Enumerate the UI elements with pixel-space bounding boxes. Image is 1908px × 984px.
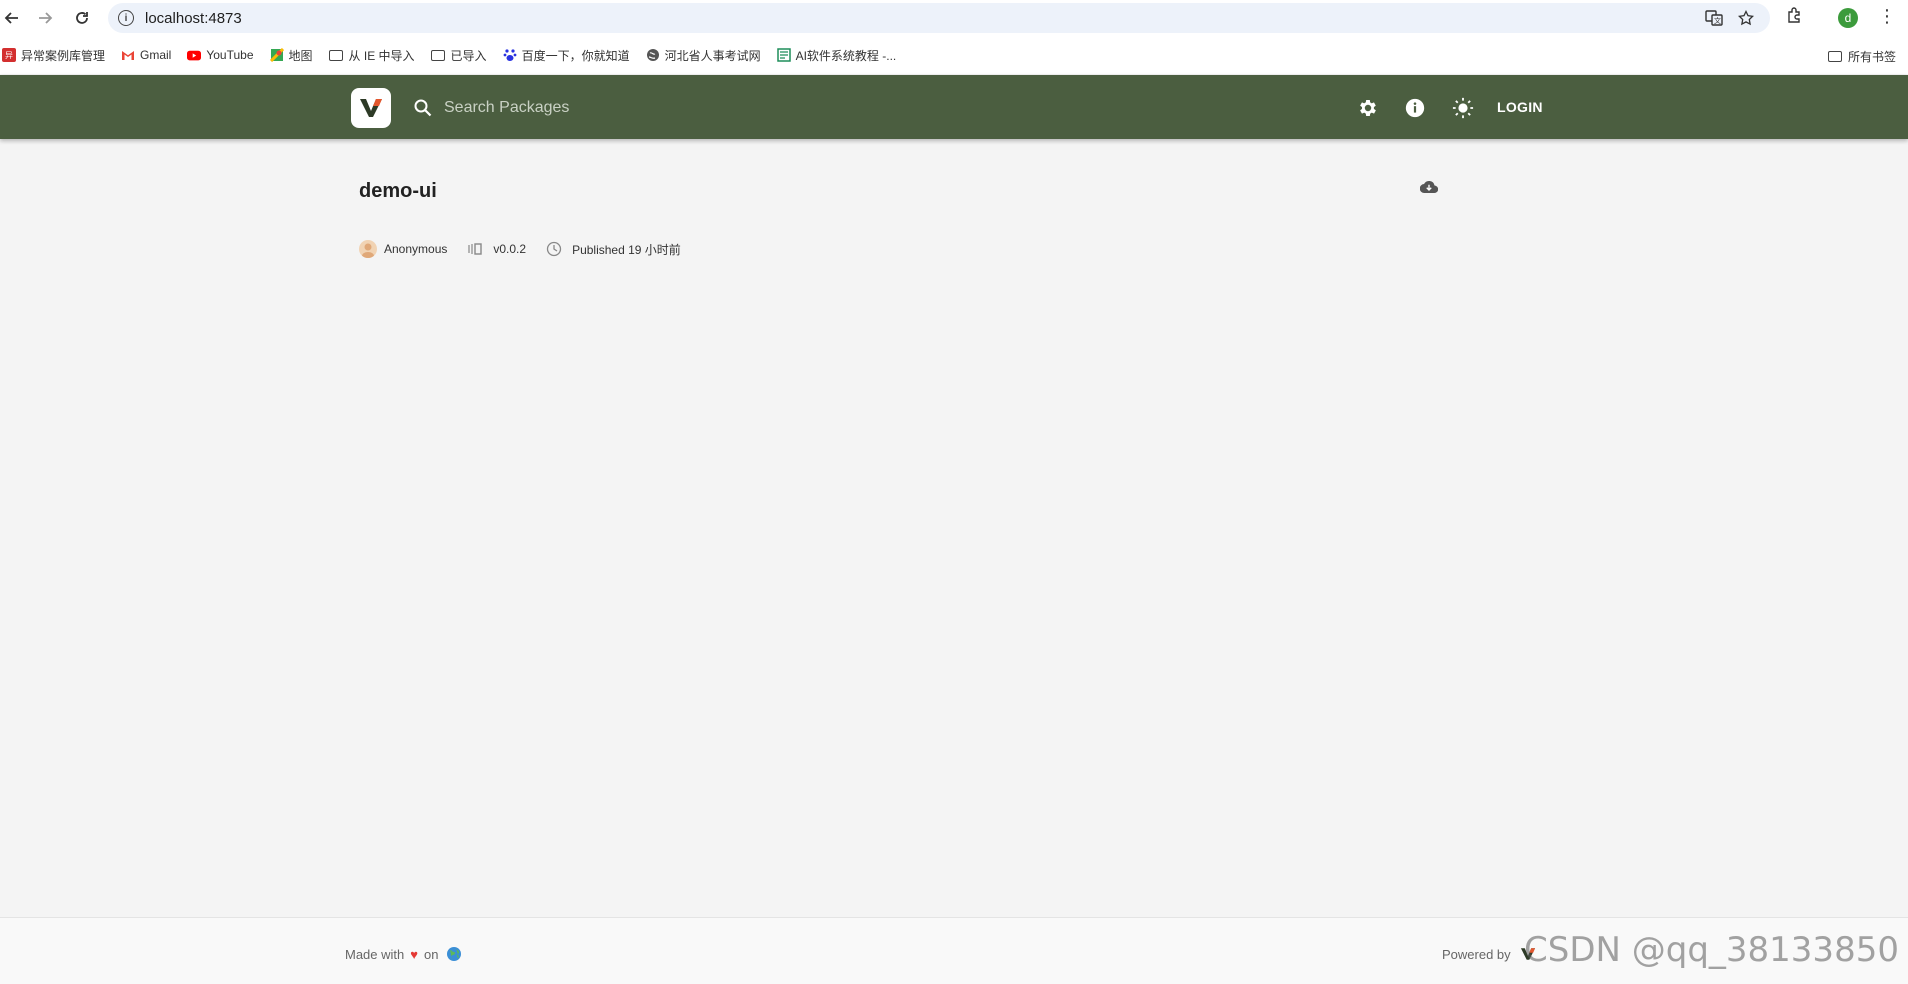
version-icon xyxy=(468,243,483,255)
baidu-icon xyxy=(503,48,517,62)
bookmark-item[interactable]: 地图 xyxy=(269,47,313,64)
download-cloud-icon[interactable] xyxy=(1420,178,1438,196)
svg-text:文: 文 xyxy=(1714,16,1721,25)
package-version: v0.0.2 xyxy=(493,242,527,256)
browser-toolbar: i localhost:4873 文 d ⋮ xyxy=(0,0,1908,36)
app-header: LOGIN xyxy=(0,75,1908,139)
bookmark-star-icon[interactable] xyxy=(1736,8,1756,28)
bookmark-item[interactable]: 河北省人事考试网 xyxy=(646,47,761,64)
bookmark-item[interactable]: 异 异常案例库管理 xyxy=(2,47,105,64)
reload-icon[interactable] xyxy=(70,6,94,30)
heart-icon: ♥ xyxy=(410,946,418,962)
bookmark-label: 已导入 xyxy=(450,48,487,63)
on-label: on xyxy=(423,946,439,962)
bookmark-folder[interactable]: 已导入 xyxy=(430,47,487,64)
package-meta: Anonymous v0.0.2 Published 19 小时前 xyxy=(359,240,681,258)
bookmark-label: 百度一下，你就知道 xyxy=(521,48,630,63)
green-doc-icon xyxy=(776,48,791,62)
bookmark-item[interactable]: AI软件系统教程 -... xyxy=(776,47,897,64)
url-text[interactable]: localhost:4873 xyxy=(145,10,242,27)
logo-v-icon xyxy=(360,99,382,117)
bookmark-label: Gmail xyxy=(140,48,172,62)
search-icon xyxy=(414,99,432,117)
bookmark-label: 地图 xyxy=(288,48,313,63)
made-with-label: Made with xyxy=(345,946,405,962)
verdaccio-logo[interactable] xyxy=(351,88,391,128)
earth-globe-icon xyxy=(447,947,462,961)
bookmark-label: AI软件系统教程 -... xyxy=(795,48,897,63)
settings-gear-icon[interactable] xyxy=(1357,97,1379,119)
theme-sun-icon[interactable] xyxy=(1452,97,1474,119)
translate-icon[interactable]: 文 xyxy=(1704,8,1724,28)
bookmark-label: 异常案例库管理 xyxy=(21,48,106,63)
bookmark-folder[interactable]: 从 IE 中导入 xyxy=(328,47,415,64)
published-time: Published 19 小时前 xyxy=(572,242,681,257)
back-icon[interactable] xyxy=(0,6,24,30)
address-bar[interactable]: i localhost:4873 文 xyxy=(108,3,1770,33)
folder-icon xyxy=(1827,51,1842,62)
browser-menu-icon[interactable]: ⋮ xyxy=(1878,6,1896,27)
forward-icon[interactable] xyxy=(33,6,57,30)
folder-icon xyxy=(328,49,343,61)
csdn-watermark: CSDN @qq_38133850 xyxy=(1524,930,1899,970)
folder-icon xyxy=(430,49,445,61)
bookmark-label: 从 IE 中导入 xyxy=(348,48,415,63)
red-logo-icon: 异 xyxy=(2,48,16,62)
powered-by: Powered by xyxy=(1442,946,1537,962)
extensions-icon[interactable] xyxy=(1786,6,1804,29)
maps-icon xyxy=(269,48,284,62)
info-icon[interactable] xyxy=(1404,97,1426,119)
bookmark-item[interactable]: 百度一下，你就知道 xyxy=(503,47,630,64)
clock-icon xyxy=(546,241,562,257)
bookmark-item[interactable]: Gmail xyxy=(121,48,171,62)
bookmark-item[interactable]: YouTube xyxy=(187,48,254,62)
globe-icon xyxy=(646,48,660,62)
package-name: demo-ui xyxy=(359,180,437,202)
all-bookmarks[interactable]: 所有书签 xyxy=(1827,48,1896,65)
search-input[interactable] xyxy=(444,93,744,123)
gmail-icon xyxy=(121,48,135,62)
bookmark-label: YouTube xyxy=(206,48,254,62)
bookmark-label: 河北省人事考试网 xyxy=(664,48,761,63)
login-button[interactable]: LOGIN xyxy=(1497,99,1543,115)
site-info-icon[interactable]: i xyxy=(118,10,134,26)
all-bookmarks-label: 所有书签 xyxy=(1847,50,1896,64)
youtube-icon xyxy=(187,48,202,62)
author-name: Anonymous xyxy=(384,242,448,256)
powered-by-label: Powered by xyxy=(1442,946,1511,962)
profile-avatar[interactable]: d xyxy=(1838,8,1858,28)
made-with-text: Made with ♥ on xyxy=(345,946,462,962)
author-avatar xyxy=(359,240,377,258)
bookmarks-bar: 异 异常案例库管理 Gmail YouTube 地图 从 IE 中导入 已导入 … xyxy=(0,36,1908,74)
